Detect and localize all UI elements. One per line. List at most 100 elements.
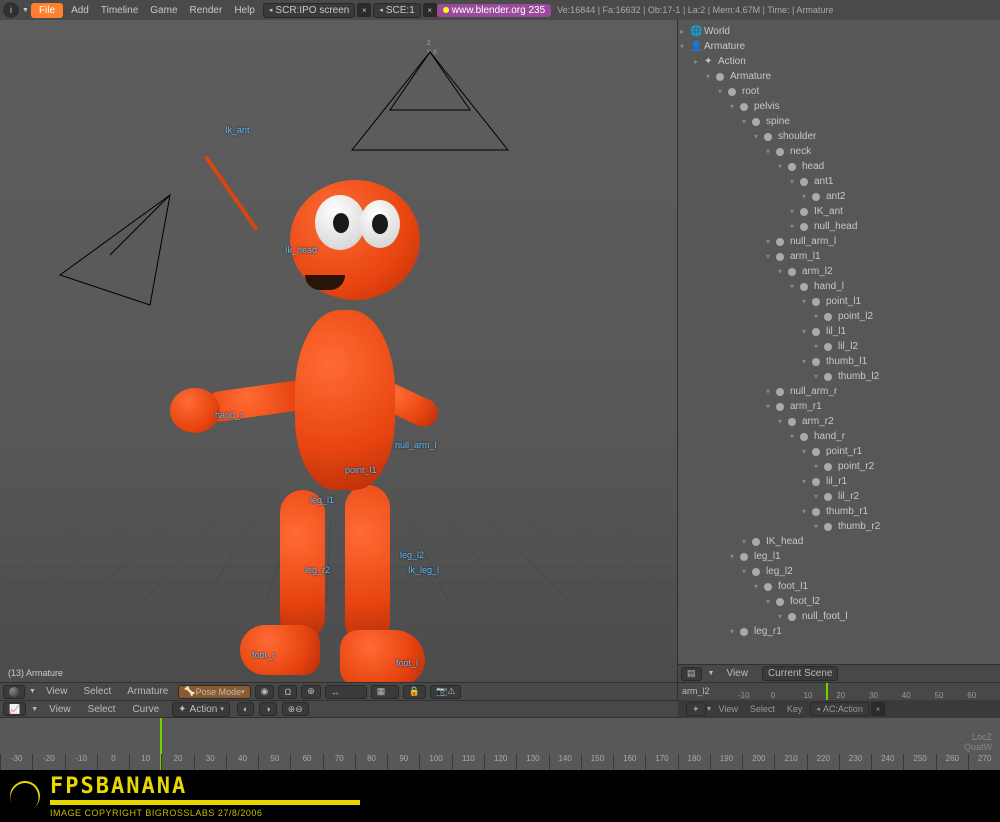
tree-bone-item[interactable]: ▾arm_r1: [680, 399, 998, 414]
dopesheet-type-icon[interactable]: ✦: [686, 702, 706, 716]
tree-bone-item[interactable]: ▾leg_l2: [680, 564, 998, 579]
view-menu[interactable]: View: [40, 684, 74, 699]
collapse-icon[interactable]: ▼: [708, 670, 715, 677]
timeline-ruler[interactable]: -30-20-100102030405060708090100110120130…: [0, 718, 1000, 770]
url-field[interactable]: www.blender.org 235: [437, 4, 551, 17]
mode-selector[interactable]: 🦴 Pose Mode ▾: [178, 685, 250, 699]
collapse-icon[interactable]: ▼: [29, 688, 36, 695]
tree-bone-item[interactable]: ▾thumb_r1: [680, 504, 998, 519]
add-menu[interactable]: Add: [65, 3, 95, 18]
tree-bone-item[interactable]: ▾IK_ant: [680, 204, 998, 219]
tree-bone-item[interactable]: ▾point_r1: [680, 444, 998, 459]
dopesheet-strip[interactable]: arm_l2 -100102030405060: [678, 682, 1000, 700]
outliner-filter[interactable]: Current Scene: [762, 666, 838, 681]
tree-bone-item[interactable]: ▾pelvis: [680, 99, 998, 114]
ae-view-menu[interactable]: View: [43, 702, 77, 717]
tree-bone-item[interactable]: ▾foot_l2: [680, 594, 998, 609]
tree-bone-item[interactable]: ▾Armature: [680, 69, 998, 84]
viewport-type-icon[interactable]: [3, 685, 25, 699]
layers-icon[interactable]: ▦: [371, 685, 399, 699]
tree-bone-item[interactable]: ▾ant2: [680, 189, 998, 204]
tree-bone-item[interactable]: ▾spine: [680, 114, 998, 129]
tree-bone-item[interactable]: ▾hand_r: [680, 429, 998, 444]
tree-bone-item[interactable]: ▾point_l2: [680, 309, 998, 324]
dopesheet-key-menu[interactable]: Key: [781, 702, 809, 716]
ae-tool-1-icon[interactable]: ◐: [237, 702, 254, 716]
tree-bone-item[interactable]: ▾neck: [680, 144, 998, 159]
file-menu[interactable]: File: [31, 3, 63, 18]
shading-solid-icon[interactable]: ◉: [255, 685, 275, 699]
bone-icon: [776, 147, 788, 157]
outliner-view-menu[interactable]: View: [720, 666, 754, 681]
pivot-icon[interactable]: Ω: [278, 685, 297, 699]
dopesheet-select-menu[interactable]: Select: [744, 702, 781, 716]
ae-curve-menu[interactable]: Curve: [126, 702, 165, 717]
game-menu[interactable]: Game: [144, 3, 183, 18]
ae-select-menu[interactable]: Select: [82, 702, 122, 717]
tree-bone-item[interactable]: ▾arm_l2: [680, 264, 998, 279]
tree-bone-item[interactable]: ▾leg_r1: [680, 624, 998, 639]
tree-bone-item[interactable]: ▾lil_l2: [680, 339, 998, 354]
tree-bone-item[interactable]: ▾point_r2: [680, 459, 998, 474]
tree-bone-item[interactable]: ▾root: [680, 84, 998, 99]
tree-label: arm_l2: [802, 266, 833, 277]
select-menu[interactable]: Select: [77, 684, 117, 699]
tree-bone-item[interactable]: ▾thumb_l1: [680, 354, 998, 369]
armature-menu[interactable]: Armature: [121, 684, 174, 699]
channel-quatw[interactable]: QuatW: [964, 742, 992, 752]
tree-bone-item[interactable]: ▾shoulder: [680, 129, 998, 144]
tree-world[interactable]: ▸🌐World: [680, 24, 998, 39]
tree-bone-item[interactable]: ▾thumb_l2: [680, 369, 998, 384]
tree-label: root: [742, 86, 759, 97]
dopesheet-view-menu[interactable]: View: [712, 702, 743, 716]
orientation-icon[interactable]: ⊕: [301, 685, 321, 699]
tree-armature-root[interactable]: ▾👤Armature: [680, 39, 998, 54]
screen-close-icon[interactable]: ×: [357, 3, 371, 17]
tree-label: foot_l1: [778, 581, 808, 592]
render-menu[interactable]: Render: [184, 3, 229, 18]
tree-bone-item[interactable]: ▾arm_l1: [680, 249, 998, 264]
tree-action[interactable]: ▸✦Action: [680, 54, 998, 69]
collapse-icon[interactable]: ▼: [706, 706, 713, 713]
tree-bone-item[interactable]: ▾ant1: [680, 174, 998, 189]
tree-bone-item[interactable]: ▾arm_r2: [680, 414, 998, 429]
editor-type-icon[interactable]: 📈: [3, 702, 26, 716]
ruler-tick: 200: [742, 754, 774, 770]
tree-bone-item[interactable]: ▾hand_l: [680, 279, 998, 294]
outliner-tree[interactable]: ▸🌐World ▾👤Armature ▸✦Action ▾Armature▾ro…: [678, 20, 1000, 664]
tree-bone-item[interactable]: ▾foot_l1: [680, 579, 998, 594]
tree-bone-item[interactable]: ▾IK_head: [680, 534, 998, 549]
lock-icon[interactable]: 🔒: [403, 685, 426, 699]
tree-bone-item[interactable]: ▾leg_l1: [680, 549, 998, 564]
tree-bone-item[interactable]: ▾lil_l1: [680, 324, 998, 339]
screen-selector[interactable]: ◂SCR:IPO screen: [263, 3, 355, 18]
tree-bone-item[interactable]: ▾lil_r2: [680, 489, 998, 504]
channel-locz[interactable]: LocZ: [964, 732, 992, 742]
tree-bone-item[interactable]: ▾null_foot_l: [680, 609, 998, 624]
tree-bone-item[interactable]: ▾head: [680, 159, 998, 174]
brand-underline: [50, 800, 360, 805]
help-menu[interactable]: Help: [228, 3, 261, 18]
outliner-type-icon[interactable]: ▤: [681, 667, 702, 681]
viewport-3d[interactable]: z y x Ik_a: [0, 20, 677, 682]
tree-bone-item[interactable]: ▾null_arm_l: [680, 234, 998, 249]
tree-bone-item[interactable]: ▾point_l1: [680, 294, 998, 309]
tree-bone-item[interactable]: ▾lil_r1: [680, 474, 998, 489]
tree-bone-item[interactable]: ▾null_arm_r: [680, 384, 998, 399]
collapse-icon[interactable]: ▼: [22, 7, 29, 14]
render-icon[interactable]: 📷⚠: [430, 685, 461, 699]
timeline-menu[interactable]: Timeline: [95, 3, 144, 18]
tree-bone-item[interactable]: ▾null_head: [680, 219, 998, 234]
action-close-icon[interactable]: ×: [871, 702, 885, 716]
info-icon[interactable]: i: [3, 2, 19, 18]
collapse-icon[interactable]: ▼: [31, 706, 38, 713]
tree-bone-item[interactable]: ▾thumb_r2: [680, 519, 998, 534]
ae-zoom-icon[interactable]: ⊕⊖: [282, 702, 309, 716]
action-selector[interactable]: ◂AC:Action: [810, 702, 869, 716]
ae-tool-2-icon[interactable]: ◑: [259, 702, 276, 716]
scene-close-icon[interactable]: ×: [423, 3, 437, 17]
manipulator-icon[interactable]: ↔: [325, 685, 367, 699]
tree-label: null_head: [814, 221, 857, 232]
ae-action-selector[interactable]: ✦ Action ▾: [172, 702, 230, 717]
scene-selector[interactable]: ◂SCE:1: [373, 3, 420, 18]
